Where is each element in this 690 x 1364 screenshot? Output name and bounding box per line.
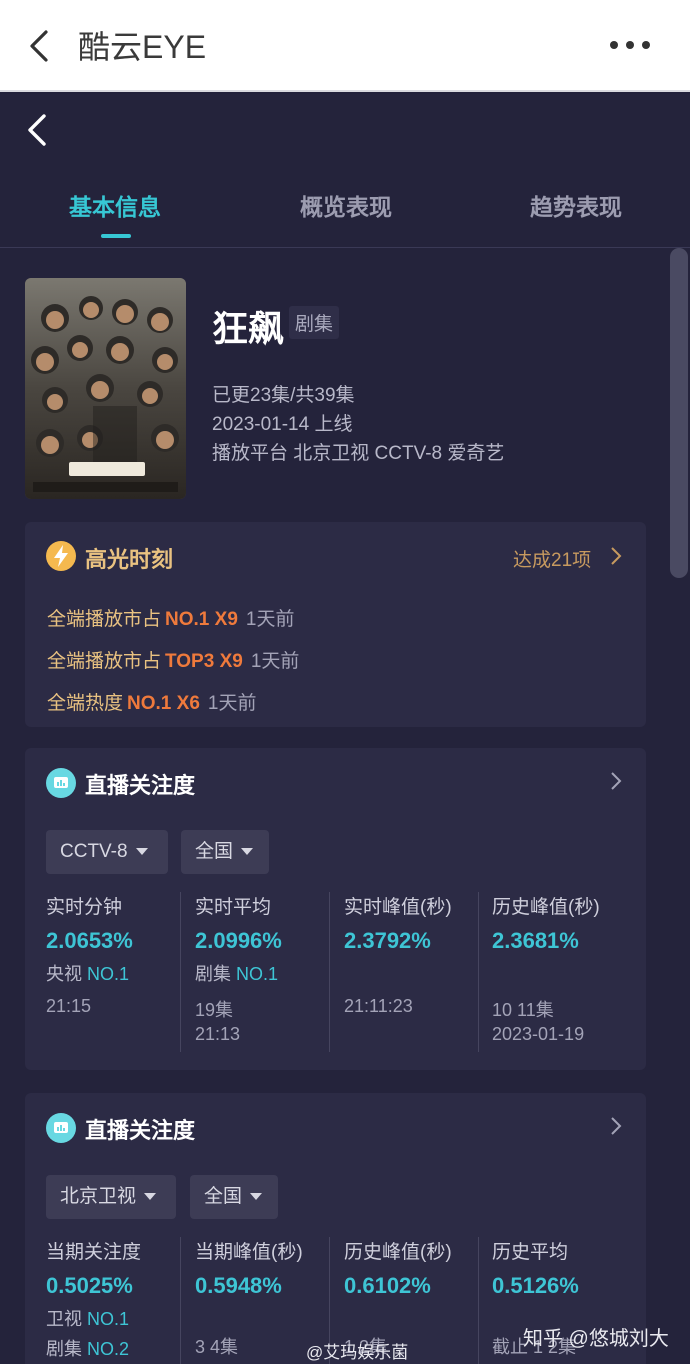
highlight-item: 全端播放市占 TOP3 X9 1天前	[47, 651, 300, 672]
column-divider	[478, 892, 479, 1052]
platform-list: 播放平台 北京卫视 CCTV-8 爱奇艺	[212, 443, 505, 464]
release-date: 2023-01-14 上线	[212, 414, 353, 435]
metric-column: 实时峰值(秒) 2.3792% 21:11:23	[344, 897, 452, 1016]
lightning-icon	[46, 541, 76, 571]
live-attention-card: 直播关注度 CCTV-8 全国 实时分钟 2.0653% 央视 NO.1 21:…	[25, 748, 646, 1070]
more-dots-icon[interactable]	[606, 30, 654, 60]
region-dropdown[interactable]: 全国	[190, 1175, 278, 1219]
column-divider	[478, 1237, 479, 1364]
channel-dropdown[interactable]: CCTV-8	[46, 830, 168, 874]
column-divider	[329, 892, 330, 1052]
highlights-title: 高光时刻	[85, 547, 174, 572]
highlights-count-link[interactable]: 达成21项	[513, 545, 591, 572]
metric-column: 实时平均 2.0996% 剧集 NO.1 19集 21:13	[195, 897, 282, 1044]
page-content: 基本信息 概览表现 趋势表现 狂飙 剧集 已更23集/共39集 2023-01-…	[0, 94, 690, 1364]
chart-bubble-icon	[46, 768, 76, 798]
caret-down-icon	[241, 848, 254, 856]
metric-column: 实时分钟 2.0653% 央视 NO.1 21:15	[46, 897, 133, 1016]
show-type-badge: 剧集	[289, 306, 340, 339]
highlight-item: 全端热度 NO.1 X6 1天前	[47, 693, 257, 714]
chevron-right-icon[interactable]	[609, 1115, 623, 1137]
show-poster[interactable]	[25, 278, 186, 499]
highlights-card: 高光时刻 达成21项 全端播放市占 NO.1 X9 1天前 全端播放市占 TOP3 X…	[25, 522, 646, 727]
highlight-item: 全端播放市占 NO.1 X9 1天前	[47, 609, 295, 630]
section-title: 直播关注度	[85, 773, 196, 798]
scrollbar[interactable]	[670, 248, 688, 578]
column-divider	[180, 892, 181, 1052]
back-arrow-icon[interactable]	[22, 112, 56, 148]
chevron-right-icon[interactable]	[609, 770, 623, 792]
app-title: 酷云EYE	[78, 29, 207, 65]
caret-down-icon	[135, 848, 148, 856]
zhihu-watermark: 知乎 @悠城刘大	[523, 1328, 669, 1350]
caret-down-icon	[144, 1193, 157, 1201]
back-arrow-icon[interactable]	[22, 26, 62, 66]
caret-down-icon	[250, 1193, 263, 1201]
episode-progress: 已更23集/共39集	[212, 385, 355, 406]
tab-active-indicator	[101, 234, 131, 238]
tab-overview[interactable]: 概览表现	[300, 188, 392, 222]
tab-basic-info[interactable]: 基本信息	[69, 188, 161, 222]
tab-trend[interactable]: 趋势表现	[530, 188, 622, 222]
channel-dropdown[interactable]: 北京卫视	[46, 1175, 176, 1219]
chart-bubble-icon	[46, 1113, 76, 1143]
chevron-right-icon[interactable]	[609, 545, 623, 567]
weibo-watermark: @艾玛娱乐菌	[306, 1343, 409, 1362]
top-bar: 酷云EYE	[0, 0, 690, 92]
region-dropdown[interactable]: 全国	[181, 830, 269, 874]
section-title: 直播关注度	[85, 1118, 196, 1143]
show-title: 狂飙	[212, 308, 285, 349]
metric-column: 当期关注度 0.5025% 卫视 NO.1 剧集 NO.2	[46, 1242, 142, 1359]
column-divider	[180, 1237, 181, 1364]
metric-column: 历史峰值(秒) 2.3681% 10 11集 2023-01-19	[492, 897, 600, 1044]
poster-image	[25, 278, 186, 499]
